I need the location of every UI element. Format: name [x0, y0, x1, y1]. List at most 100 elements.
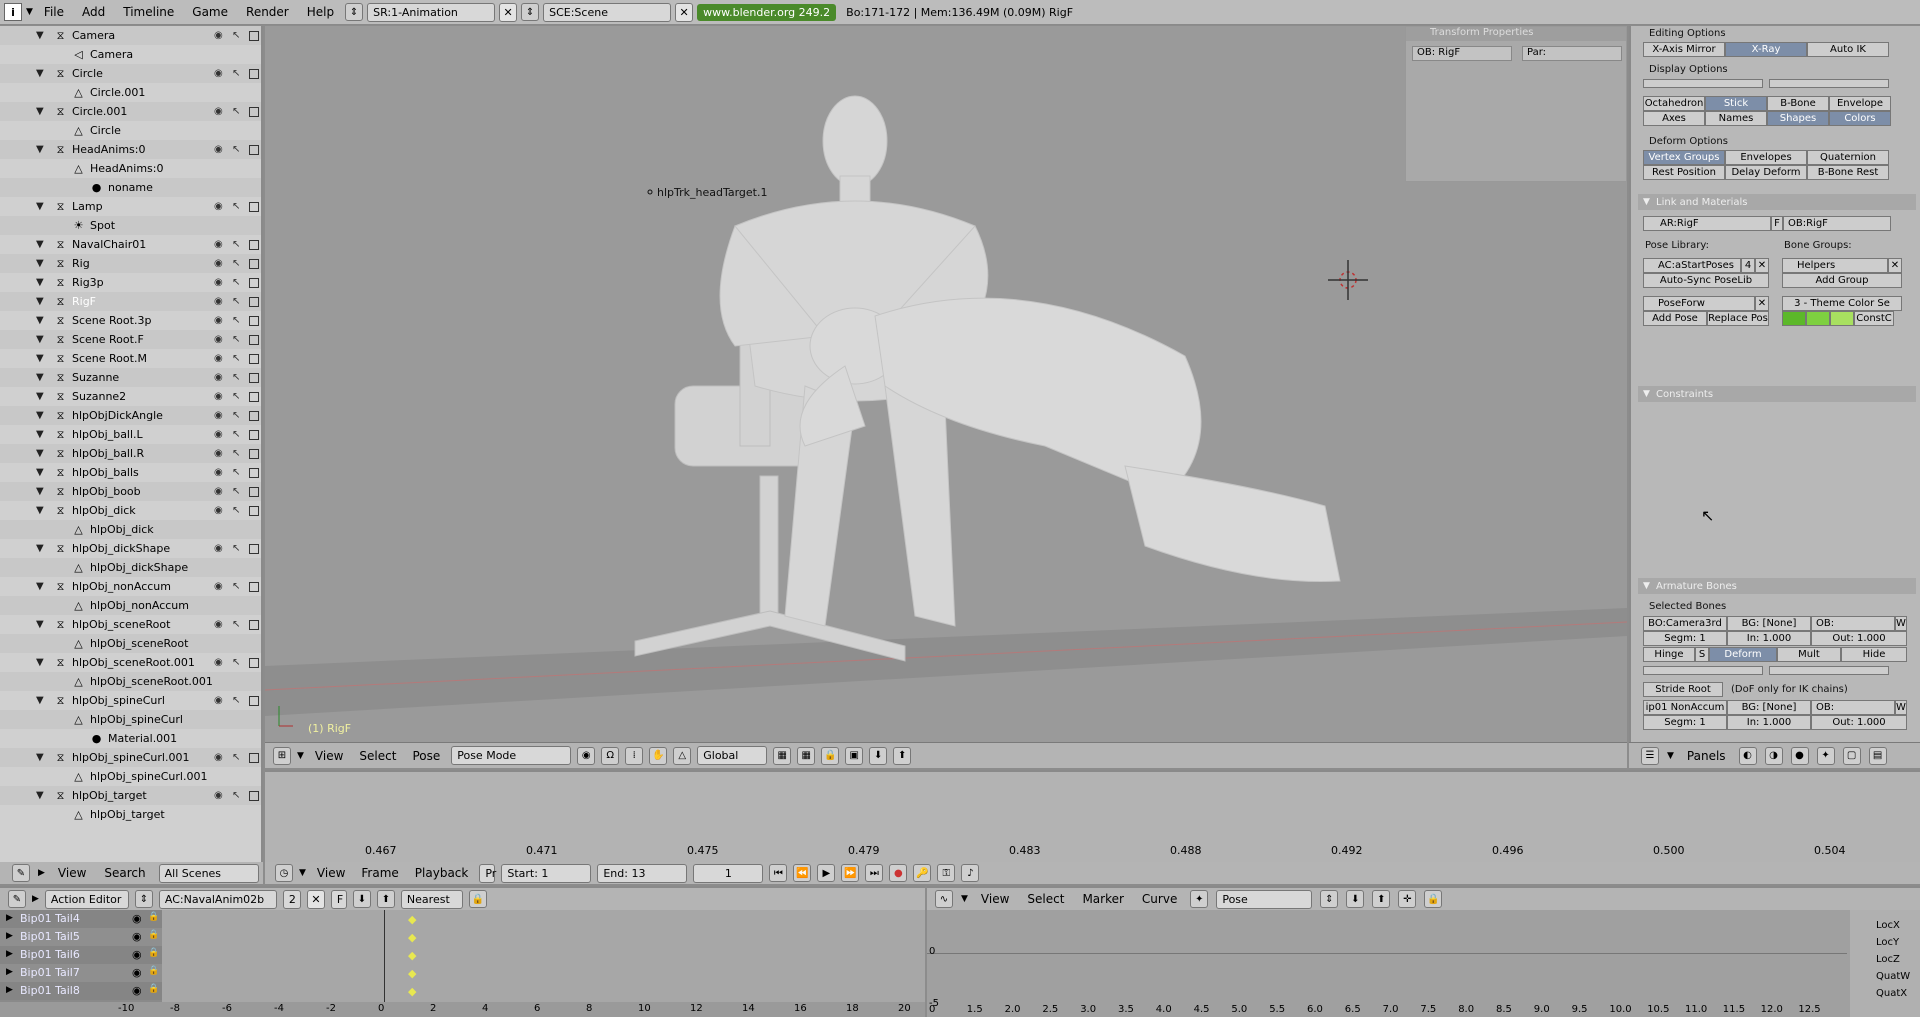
action-browse-icon[interactable]: ⇕: [134, 890, 153, 908]
prev-key-icon[interactable]: ⏪: [793, 864, 812, 882]
outliner-row[interactable]: ▼ ⧖ hlpObj_sceneRoot.001 ◉ ↖: [0, 653, 261, 672]
outliner-item-name[interactable]: Spot: [90, 219, 115, 232]
bone-layer-buttons[interactable]: [1643, 666, 1889, 675]
hand-icon[interactable]: ✋: [649, 746, 668, 765]
menu-timeline[interactable]: Timeline: [116, 5, 181, 19]
channel-visibility-icon[interactable]: ◉: [132, 912, 142, 925]
armature-data-field[interactable]: AR:RigF: [1643, 216, 1771, 231]
action-channel-row[interactable]: ▶ Bip01 Tail8 ◉ 🔒: [0, 982, 162, 1000]
expand-toggle-icon[interactable]: ▼: [36, 486, 44, 497]
keyframe[interactable]: ◆: [408, 949, 416, 962]
fake-user-button[interactable]: F: [1771, 216, 1783, 231]
outliner-row[interactable]: ▼ ⧖ RigF ◉ ↖: [0, 292, 261, 311]
timeline-editor-icon[interactable]: ◷: [275, 864, 293, 882]
screen-delete-button[interactable]: ✕: [499, 2, 518, 22]
timeline-view-menu[interactable]: View: [312, 866, 350, 880]
bone2-ease-out-field[interactable]: Out: 1.000: [1811, 715, 1907, 730]
outliner-item-name[interactable]: hlpObj_spineCurl: [90, 713, 183, 726]
expand-toggle-icon[interactable]: ▼: [36, 505, 44, 516]
viewport-select-menu[interactable]: Select: [354, 749, 401, 763]
auto-ik-button[interactable]: Auto IK: [1807, 42, 1889, 57]
bone2-name-field[interactable]: ip01 NonAccum: [1643, 700, 1727, 715]
outliner-item-name[interactable]: Circle.001: [72, 105, 127, 118]
render-toggle-icon[interactable]: [249, 486, 259, 497]
outliner-item-name[interactable]: Material.001: [108, 732, 177, 745]
visibility-eye-icon[interactable]: ◉: [214, 144, 223, 155]
channel-visibility-icon[interactable]: ◉: [132, 984, 142, 997]
keyframe[interactable]: ◆: [408, 913, 416, 926]
visibility-eye-icon[interactable]: ◉: [214, 752, 223, 763]
bone2-group-select[interactable]: BG: [None]: [1727, 700, 1811, 715]
outliner-item-name[interactable]: hlpObj_ball.R: [72, 447, 144, 460]
channel-visibility-icon[interactable]: ◉: [132, 930, 142, 943]
render-toggle-icon[interactable]: [249, 239, 259, 250]
render-toggle-icon[interactable]: [249, 315, 259, 326]
blender-version-link[interactable]: www.blender.org 249.2: [697, 3, 837, 21]
quaternion-button[interactable]: Quaternion: [1807, 150, 1889, 165]
select-arrow-icon[interactable]: ↖: [232, 315, 240, 326]
outliner-collapse-icon[interactable]: ▶: [38, 868, 45, 878]
outliner-row[interactable]: ▼ ⧖ hlpObj_spineCurl ◉ ↖: [0, 691, 261, 710]
bone2-ease-in-field[interactable]: In: 1.000: [1727, 715, 1811, 730]
delay-deform-button[interactable]: Delay Deform: [1725, 165, 1807, 180]
outliner-row[interactable]: △ Circle: [0, 121, 261, 140]
panels-menu[interactable]: Panels: [1682, 749, 1731, 763]
outliner-row[interactable]: △ hlpObj_spineCurl.001: [0, 767, 261, 786]
outliner-row[interactable]: ▼ ⧖ Lamp ◉ ↖: [0, 197, 261, 216]
expand-toggle-icon[interactable]: ▼: [36, 144, 44, 155]
visibility-eye-icon[interactable]: ◉: [214, 505, 223, 516]
outliner-item-name[interactable]: RigF: [72, 295, 96, 308]
outliner-item-name[interactable]: Lamp: [72, 200, 103, 213]
keyframe[interactable]: ◆: [408, 967, 416, 980]
render-toggle-icon[interactable]: [249, 334, 259, 345]
ipo-browse-icon[interactable]: ⇕: [1320, 890, 1339, 908]
outliner-row[interactable]: △ hlpObj_sceneRoot.001: [0, 672, 261, 691]
select-arrow-icon[interactable]: ↖: [232, 239, 240, 250]
outliner-item-name[interactable]: hlpObj_target: [72, 789, 147, 802]
object-icon[interactable]: ✦: [1816, 746, 1835, 765]
replace-pose-button[interactable]: Replace Pos: [1707, 311, 1769, 326]
outliner-item-name[interactable]: hlpObjDickAngle: [72, 409, 163, 422]
rest-position-button[interactable]: Rest Position: [1643, 165, 1725, 180]
preview-range-button[interactable]: Pr: [479, 863, 496, 883]
outliner-search-menu[interactable]: Search: [99, 866, 150, 880]
outliner-row[interactable]: ▼ ⧖ Suzanne ◉ ↖: [0, 368, 261, 387]
outliner-row[interactable]: ▼ ⧖ hlpObj_balls ◉ ↖: [0, 463, 261, 482]
start-frame-field[interactable]: Start: 1: [501, 863, 592, 883]
layer-buttons[interactable]: [1643, 79, 1889, 88]
outliner-row[interactable]: ▼ ⧖ Circle ◉ ↖: [0, 64, 261, 83]
layers-icon[interactable]: ▦: [773, 746, 792, 765]
bone2-object-field[interactable]: OB:: [1811, 700, 1895, 715]
render-toggle-icon[interactable]: [249, 410, 259, 421]
grid-icon[interactable]: ⁞: [625, 746, 644, 765]
outliner-row[interactable]: △ hlpObj_dickShape: [0, 558, 261, 577]
expand-toggle-icon[interactable]: ▼: [36, 467, 44, 478]
action-channel-row[interactable]: ▶ Bip01 Tail7 ◉ 🔒: [0, 964, 162, 982]
outliner-item-name[interactable]: hlpObj_dickShape: [90, 561, 188, 574]
visibility-eye-icon[interactable]: ◉: [214, 657, 223, 668]
audio-icon[interactable]: ♪: [961, 864, 980, 882]
envelopes-button[interactable]: Envelopes: [1725, 150, 1807, 165]
next-key-icon[interactable]: ⏩: [841, 864, 860, 882]
visibility-eye-icon[interactable]: ◉: [214, 619, 223, 630]
render-toggle-icon[interactable]: [249, 752, 259, 763]
select-arrow-icon[interactable]: ↖: [232, 581, 240, 592]
end-frame-field[interactable]: End: 13: [597, 863, 688, 883]
render-toggle-icon[interactable]: [249, 372, 259, 383]
timeline-collapse-icon[interactable]: ▼: [299, 868, 306, 878]
render-toggle-icon[interactable]: [249, 505, 259, 516]
menu-game[interactable]: Game: [185, 5, 235, 19]
outliner-row[interactable]: ▼ ⧖ hlpObj_sceneRoot ◉ ↖: [0, 615, 261, 634]
select-arrow-icon[interactable]: ↖: [232, 695, 240, 706]
expand-toggle-icon[interactable]: ▼: [36, 448, 44, 459]
bone-w-button[interactable]: W: [1895, 616, 1907, 631]
render-toggle-icon[interactable]: [249, 353, 259, 364]
action-fake-user-button[interactable]: F: [330, 889, 347, 909]
expand-toggle-icon[interactable]: ▼: [36, 752, 44, 763]
action-lock-icon[interactable]: 🔒: [468, 890, 487, 908]
select-arrow-icon[interactable]: ↖: [232, 391, 240, 402]
expand-toggle-icon[interactable]: ▼: [36, 239, 44, 250]
select-arrow-icon[interactable]: ↖: [232, 353, 240, 364]
bone-object-field[interactable]: OB:: [1811, 616, 1895, 631]
select-arrow-icon[interactable]: ↖: [232, 277, 240, 288]
